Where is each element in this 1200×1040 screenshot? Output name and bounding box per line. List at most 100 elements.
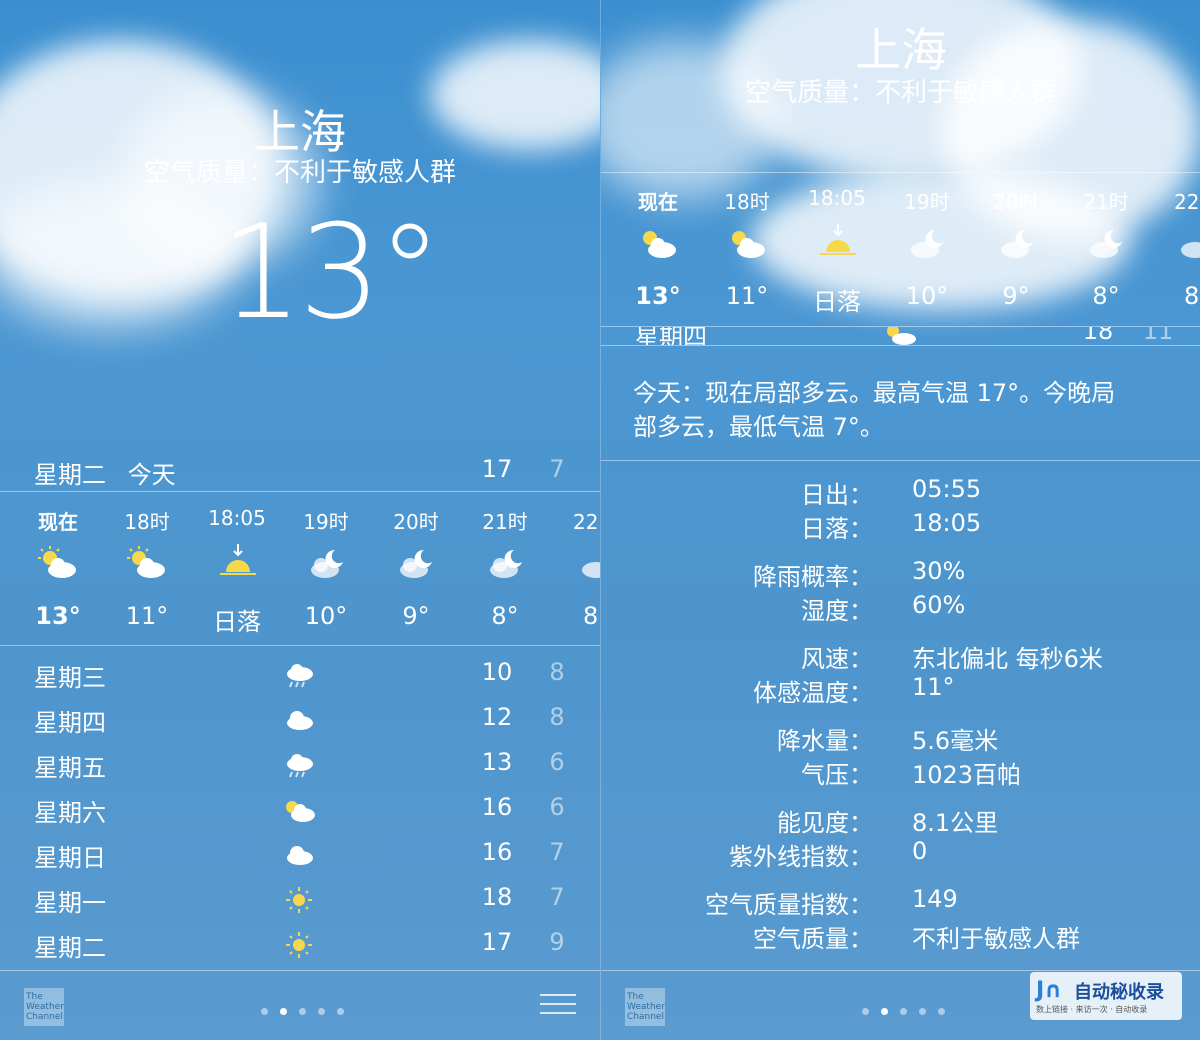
cloud-icon bbox=[287, 846, 313, 865]
sun-icon bbox=[286, 932, 312, 958]
hour-temp: 9° bbox=[402, 602, 430, 630]
air-quality-summary: 空气质量：不利于敏感人群 bbox=[744, 78, 1057, 108]
page-dot[interactable] bbox=[337, 1008, 344, 1015]
detail-label: 体感温度： bbox=[753, 679, 873, 707]
hour-temp: 8 bbox=[1184, 282, 1200, 310]
today-high: 17 bbox=[481, 455, 513, 483]
partly-cloudy-day-icon bbox=[887, 327, 916, 345]
hour-temp: 13° bbox=[35, 602, 81, 630]
hour-label: 22时 bbox=[1174, 190, 1200, 214]
partly-cloudy-day-icon bbox=[38, 546, 76, 578]
detail-label: 日出： bbox=[801, 481, 873, 509]
hour-label: 22时 bbox=[573, 510, 600, 534]
divider bbox=[0, 491, 600, 492]
hourly-forecast-strip[interactable]: 现在 18时 18:05 19时 20时 21时 22时 bbox=[0, 500, 600, 640]
today-row: 星期二 今天 bbox=[34, 455, 176, 490]
partly-cloudy-day-icon bbox=[127, 546, 165, 578]
hour-temp: 10° bbox=[905, 282, 949, 310]
detail-value: 东北偏北 每秒6米 bbox=[912, 645, 1103, 673]
partly-cloudy-night-icon bbox=[490, 549, 522, 578]
detail-value: 30% bbox=[912, 557, 966, 585]
page-dot[interactable] bbox=[938, 1008, 945, 1015]
page-dot[interactable] bbox=[900, 1008, 907, 1015]
page-dot[interactable] bbox=[299, 1008, 306, 1015]
hour-temp: 日落 bbox=[813, 288, 861, 316]
page-dot[interactable] bbox=[280, 1008, 287, 1015]
weather-main-screen: 上海 空气质量：不利于敏感人群 13° 星期二 今天 17 7 现在 18时 1… bbox=[0, 0, 600, 1040]
divider bbox=[601, 970, 1200, 971]
hour-temp: 11° bbox=[725, 282, 769, 310]
page-dot[interactable] bbox=[919, 1008, 926, 1015]
rain-cloud-icon bbox=[287, 754, 313, 778]
page-dot[interactable] bbox=[261, 1008, 268, 1015]
detail-label: 风速： bbox=[801, 645, 873, 673]
detail-value: 149 bbox=[912, 885, 958, 913]
weather-details: 日出： 05:55 日落： 18:05 降雨概率： 30% 湿度： 60% 风速… bbox=[601, 470, 1200, 960]
watermark-subtitle: 数上链接 · 来访一次 · 自动收录 bbox=[1036, 1005, 1148, 1014]
sunset-icon bbox=[220, 544, 256, 575]
hour-label: 现在 bbox=[638, 190, 678, 214]
detail-label: 空气质量指数： bbox=[705, 891, 873, 919]
partly-cloudy-night-icon bbox=[1001, 229, 1033, 258]
page-dot[interactable] bbox=[881, 1008, 888, 1015]
cloud-icon bbox=[287, 711, 313, 730]
sunset-icon bbox=[820, 224, 856, 255]
detail-value: 60% bbox=[912, 591, 966, 619]
watermark-title: 自动秘收录 bbox=[1074, 982, 1164, 1003]
hour-label: 18:05 bbox=[208, 506, 266, 530]
hour-label: 21时 bbox=[1083, 190, 1129, 214]
hour-label: 20时 bbox=[993, 190, 1039, 214]
detail-value: 1023百帕 bbox=[912, 761, 1022, 789]
partly-cloudy-day-icon bbox=[732, 231, 765, 258]
detail-value: 18:05 bbox=[912, 509, 982, 537]
today-low: 7 bbox=[549, 455, 565, 483]
city-list-icon[interactable] bbox=[540, 994, 576, 1021]
detail-value: 05:55 bbox=[912, 475, 982, 503]
hour-label: 20时 bbox=[393, 510, 439, 534]
page-dot[interactable] bbox=[862, 1008, 869, 1015]
hour-temp: 8° bbox=[491, 602, 519, 630]
detail-value: 8.1公里 bbox=[912, 809, 999, 837]
detail-value: 不利于敏感人群 bbox=[912, 925, 1080, 953]
detail-label: 空气质量： bbox=[753, 925, 873, 953]
hour-temp: 9° bbox=[1002, 282, 1030, 310]
detail-label: 降雨概率： bbox=[753, 563, 873, 591]
page-indicator[interactable] bbox=[255, 1000, 350, 1019]
hourly-forecast-strip[interactable]: 现在 18时 18:05 19时 20时 21时 22时 13° 11° bbox=[601, 180, 1200, 320]
detail-label: 气压： bbox=[801, 761, 873, 789]
detail-value: 0 bbox=[912, 837, 928, 865]
hour-label: 19时 bbox=[904, 190, 950, 214]
page-indicator[interactable] bbox=[856, 1000, 951, 1019]
partly-cloudy-night-icon bbox=[911, 229, 943, 258]
page-dot[interactable] bbox=[318, 1008, 325, 1015]
partly-cloudy-night-icon bbox=[582, 562, 600, 578]
list-item: 星期三 10 8 bbox=[34, 658, 565, 692]
hour-temp: 日落 bbox=[213, 608, 261, 636]
detail-label: 日落： bbox=[801, 515, 873, 543]
detail-value: 5.6毫米 bbox=[912, 727, 999, 755]
today-summary: 今天：现在局部多云。最高气温 17°。今晚局 部多云，最低气温 7°。 bbox=[633, 379, 1116, 441]
hour-label: 18时 bbox=[724, 190, 770, 214]
list-item: 星期日 16 7 bbox=[34, 838, 565, 872]
list-item: 星期六 16 6 bbox=[34, 793, 565, 827]
partial-daily-row: 星期四 18 11 bbox=[601, 327, 1200, 345]
watermark-badge: J∩ 自动秘收录 数上链接 · 来访一次 · 自动收录 bbox=[1030, 972, 1182, 1020]
hour-temp: 11° bbox=[125, 602, 169, 630]
city-name: 上海 bbox=[855, 23, 947, 77]
list-item: 星期五 13 6 bbox=[34, 748, 565, 782]
weather-channel-logo[interactable]: The Weather Channel bbox=[24, 988, 64, 1026]
partly-cloudy-day-icon bbox=[286, 801, 315, 822]
detail-label: 湿度： bbox=[801, 597, 873, 625]
air-quality-summary: 空气质量：不利于敏感人群 bbox=[143, 158, 456, 188]
hour-item: 现在 bbox=[38, 510, 78, 534]
hour-temp: 13° bbox=[635, 282, 681, 310]
divider bbox=[0, 970, 600, 971]
rain-cloud-icon bbox=[287, 664, 313, 688]
hour-label: 19时 bbox=[303, 510, 349, 534]
detail-label: 降水量： bbox=[777, 727, 873, 755]
hour-temp: 8 bbox=[583, 602, 599, 630]
weather-channel-logo[interactable]: The Weather Channel bbox=[625, 988, 665, 1026]
divider bbox=[601, 460, 1200, 461]
divider bbox=[601, 345, 1200, 346]
partly-cloudy-night-icon bbox=[400, 549, 432, 578]
